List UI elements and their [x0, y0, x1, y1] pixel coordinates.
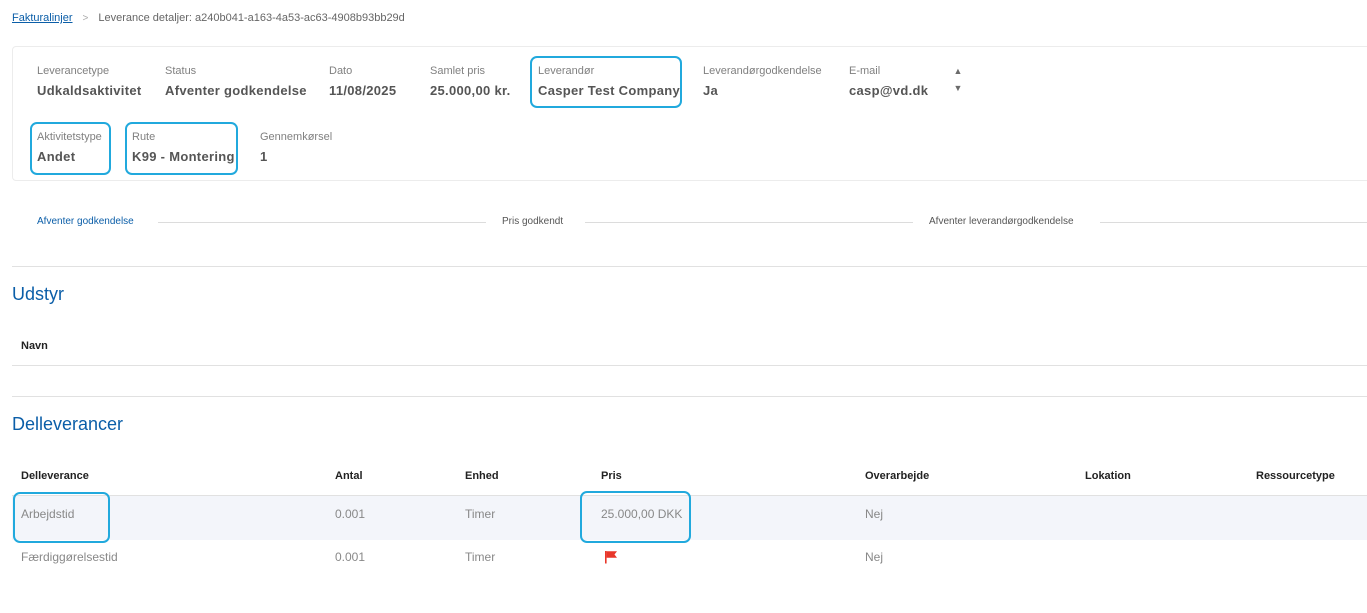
scroll-arrows: ▲ ▼ — [950, 66, 966, 96]
step-pris-godkendt: Pris godkendt — [502, 216, 564, 227]
cell-delleverance: Færdiggørelsestid — [21, 550, 118, 564]
cell-overarbejde: Nej — [865, 507, 884, 521]
breadcrumb-link-fakturalinjer[interactable]: Fakturalinjer — [12, 12, 73, 24]
column-header-overarbejde: Overarbejde — [865, 470, 930, 482]
step-connector — [1100, 222, 1367, 223]
highlight-leverandor — [530, 56, 682, 108]
breadcrumb-current: Leverance detaljer: a240b041-a163-4a53-a… — [98, 12, 405, 24]
step-afventer-godkendelse: Afventer godkendelse — [37, 216, 134, 227]
divider — [12, 266, 1367, 267]
section-title-delleverancer: Delleverancer — [12, 414, 124, 434]
chevron-right-icon: > — [82, 12, 89, 24]
cell-enhed: Timer — [465, 550, 496, 564]
field-value: 11/08/2025 — [329, 83, 397, 98]
cell-antal: 0.001 — [335, 550, 366, 564]
cell-overarbejde: Nej — [865, 550, 884, 564]
chevron-down-icon[interactable]: ▼ — [950, 83, 966, 93]
chevron-up-icon[interactable]: ▲ — [950, 66, 966, 76]
field-leverandorgodkendelse: Leverandørgodkendelse Ja — [703, 64, 822, 99]
column-header-enhed: Enhed — [465, 470, 499, 482]
field-label: Leverancetype — [37, 65, 110, 77]
field-label: E-mail — [849, 65, 881, 77]
step-connector — [585, 222, 913, 223]
field-label: Dato — [329, 65, 353, 77]
field-value: casp@vd.dk — [849, 83, 929, 98]
step-afventer-leverandorgodkendelse: Afventer leverandørgodkendelse — [929, 216, 1074, 227]
column-header-navn: Navn — [21, 340, 48, 352]
column-header-ressourcetype: Ressourcetype — [1256, 470, 1335, 482]
red-flag-icon — [605, 551, 617, 564]
field-label: Samlet pris — [430, 65, 486, 77]
field-dato: Dato 11/08/2025 — [329, 64, 396, 99]
divider — [12, 396, 1367, 397]
field-value: 25.000,00 kr. — [430, 83, 511, 98]
cell-enhed: Timer — [465, 507, 496, 521]
cell-antal: 0.001 — [335, 507, 366, 521]
highlight-pris — [580, 491, 691, 543]
field-value: Udkaldsaktivitet — [37, 83, 142, 98]
field-value: 1 — [260, 149, 268, 164]
field-samlet-pris: Samlet pris 25.000,00 kr. — [430, 64, 511, 99]
field-status: Status Afventer godkendelse — [165, 64, 307, 99]
column-header-lokation: Lokation — [1085, 470, 1131, 482]
highlight-arbejdstid — [13, 492, 110, 543]
column-header-antal: Antal — [335, 470, 363, 482]
highlight-rute — [125, 122, 238, 175]
breadcrumb: Fakturalinjer > Leverance detaljer: a240… — [12, 12, 405, 24]
field-value: Ja — [703, 83, 719, 98]
field-label: Leverandørgodkendelse — [703, 65, 822, 77]
highlight-aktivitetstype — [30, 122, 111, 175]
field-leverancetype: Leverancetype Udkaldsaktivitet — [37, 64, 142, 99]
field-email: E-mail casp@vd.dk — [849, 64, 928, 99]
field-gennemkorsel: Gennemkørsel 1 — [260, 130, 332, 165]
table-row[interactable] — [12, 540, 1367, 584]
status-stepper: Afventer godkendelse Pris godkendt Afven… — [12, 210, 1367, 234]
column-header-pris: Pris — [601, 470, 622, 482]
table-header-divider — [12, 365, 1367, 366]
step-connector — [158, 222, 486, 223]
field-label: Gennemkørsel — [260, 131, 333, 143]
field-label: Status — [165, 65, 197, 77]
section-title-udstyr: Udstyr — [12, 284, 65, 304]
column-header-delleverance: Delleverance — [21, 470, 89, 482]
field-value: Afventer godkendelse — [165, 83, 307, 98]
